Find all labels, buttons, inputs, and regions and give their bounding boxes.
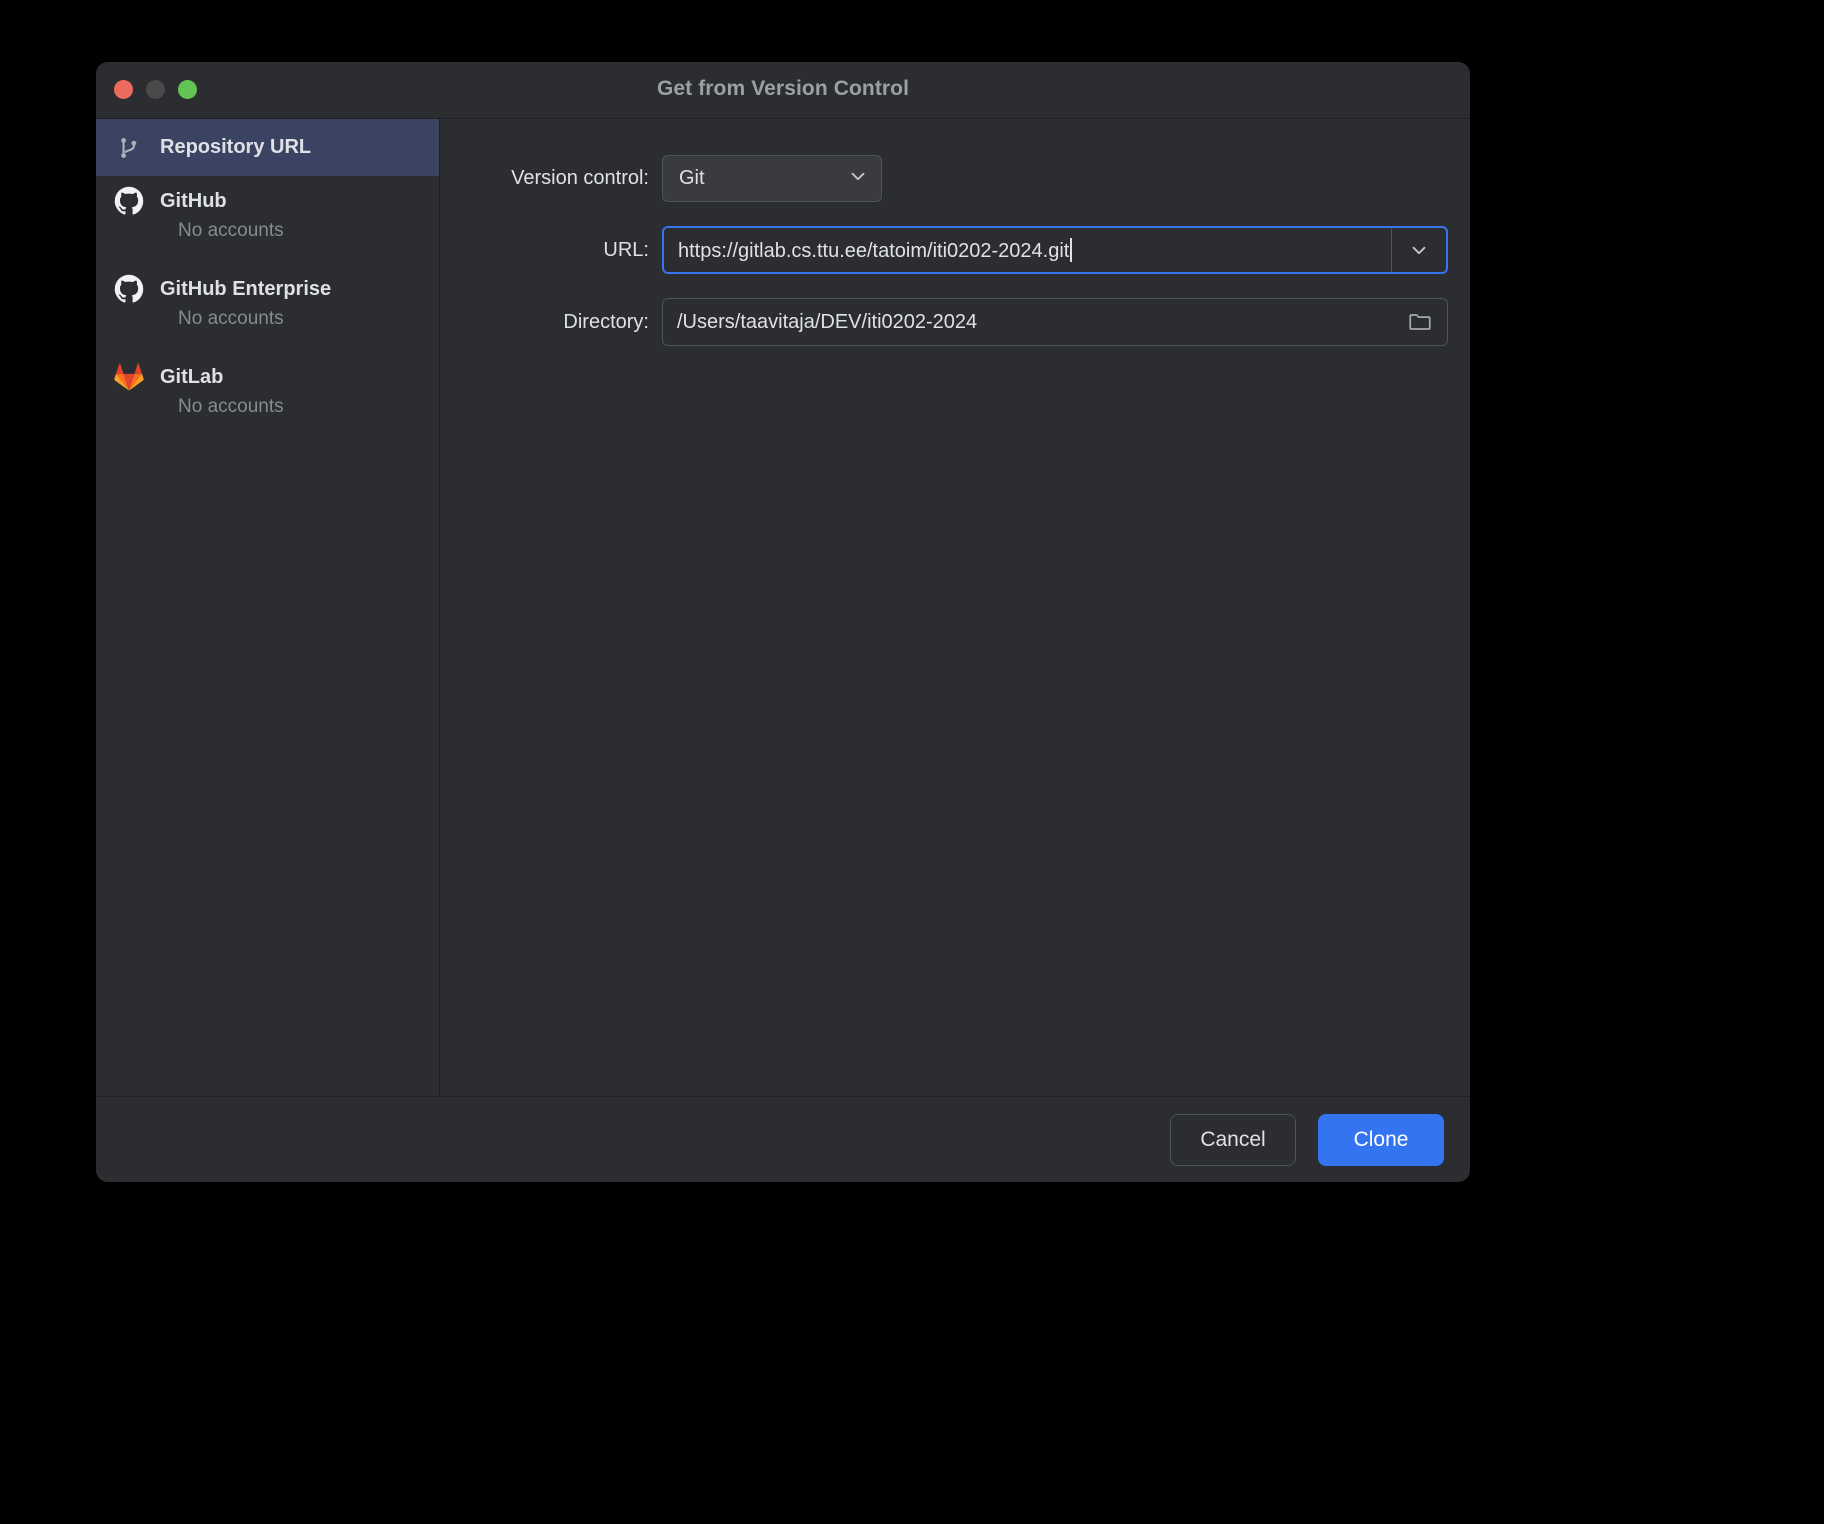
github-icon (114, 274, 144, 304)
url-label: URL: (603, 238, 649, 261)
git-branch-icon (114, 133, 144, 163)
sidebar-item-repository-url[interactable]: Repository URL (96, 119, 439, 176)
sidebar-item-gitlab[interactable]: GitLab No accounts (96, 352, 439, 440)
version-control-label: Version control: (511, 167, 649, 189)
version-control-value: Git (679, 167, 705, 189)
url-row: URL: https://gitlab.cs.ttu.ee/tatoim/iti… (462, 226, 1448, 274)
url-input[interactable]: https://gitlab.cs.ttu.ee/tatoim/iti0202-… (664, 237, 1391, 263)
sidebar-item-subtitle: No accounts (178, 396, 284, 417)
window-titlebar: Get from Version Control (96, 62, 1470, 118)
window-title: Get from Version Control (656, 77, 910, 100)
sidebar-item-github-enterprise[interactable]: GitHub Enterprise No accounts (96, 264, 439, 352)
url-value: https://gitlab.cs.ttu.ee/tatoim/iti0202-… (678, 239, 1070, 262)
version-control-select[interactable]: Git (662, 155, 882, 202)
sidebar: Repository URL GitHub No accounts GitHub… (96, 119, 440, 1096)
sidebar-item-github[interactable]: GitHub No accounts (96, 176, 439, 264)
main-pane: Version control: Git URL: https://gitlab… (440, 119, 1470, 1096)
cancel-button[interactable]: Cancel (1170, 1113, 1296, 1166)
github-icon (114, 186, 144, 216)
gitlab-icon (114, 362, 144, 392)
browse-folder-button[interactable] (1392, 299, 1447, 345)
get-from-version-control-dialog: Get from Version Control Repository URL … (96, 62, 1470, 1182)
sidebar-item-subtitle: No accounts (178, 220, 284, 241)
chevron-down-icon (847, 165, 869, 192)
url-field[interactable]: https://gitlab.cs.ttu.ee/tatoim/iti0202-… (662, 226, 1448, 274)
directory-field[interactable]: /Users/taavitaja/DEV/iti0202-2024 (662, 298, 1448, 346)
directory-input[interactable]: /Users/taavitaja/DEV/iti0202-2024 (663, 311, 1392, 334)
clone-button[interactable]: Clone (1318, 1113, 1444, 1166)
sidebar-item-label: GitHub Enterprise (160, 277, 332, 300)
dialog-body: Repository URL GitHub No accounts GitHub… (96, 118, 1470, 1096)
dialog-footer: Cancel Clone (96, 1096, 1470, 1182)
sidebar-item-label: GitLab (160, 365, 224, 388)
text-caret (1070, 237, 1072, 262)
directory-row: Directory: /Users/taavitaja/DEV/iti0202-… (462, 298, 1448, 346)
directory-label: Directory: (563, 310, 649, 333)
version-control-row: Version control: Git (462, 155, 1448, 202)
sidebar-item-subtitle: No accounts (178, 308, 284, 329)
url-history-dropdown-button[interactable] (1391, 228, 1446, 272)
sidebar-item-label: GitHub (160, 189, 227, 212)
sidebar-item-label: Repository URL (160, 136, 312, 158)
